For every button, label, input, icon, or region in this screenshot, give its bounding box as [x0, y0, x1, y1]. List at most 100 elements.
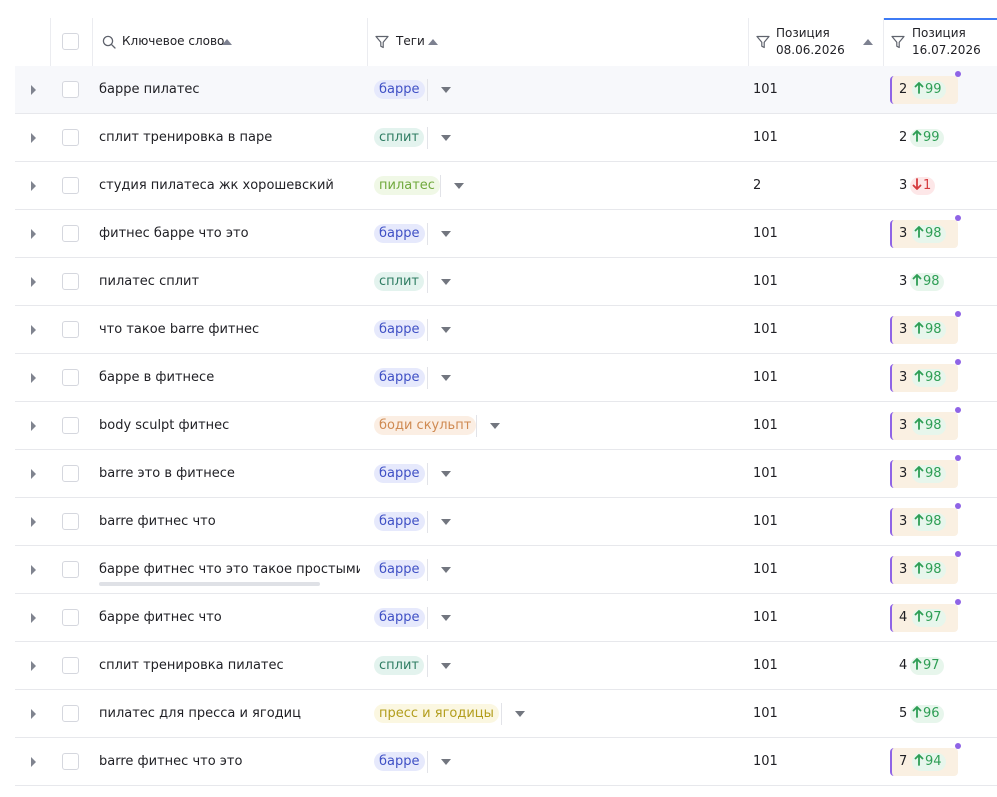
row-checkbox[interactable] — [62, 273, 79, 290]
keyword-text: сплит тренировка в паре — [99, 130, 273, 145]
tag-badge[interactable]: барре — [374, 608, 425, 627]
expand-row-icon[interactable] — [31, 181, 36, 191]
tag-badge[interactable]: боди скульпт — [374, 416, 477, 435]
sort-asc-icon[interactable] — [222, 39, 232, 45]
chevron-down-icon[interactable] — [441, 759, 451, 765]
chevron-down-icon[interactable] — [441, 231, 451, 237]
table-row[interactable]: body sculpt фитнес боди скульпт 101 3 98 — [15, 402, 997, 450]
column-title-position: Позиция — [776, 26, 830, 40]
expand-row-icon[interactable] — [31, 277, 36, 287]
tag-badge[interactable]: пресс и ягодицы — [374, 704, 499, 723]
tag-badge[interactable]: барре — [374, 368, 425, 387]
expand-row-icon[interactable] — [31, 613, 36, 623]
row-checkbox[interactable] — [62, 417, 79, 434]
expand-row-icon[interactable] — [31, 565, 36, 575]
expand-row-icon[interactable] — [31, 757, 36, 767]
marker-dot — [955, 551, 961, 557]
chevron-down-icon[interactable] — [441, 567, 451, 573]
tag-badge[interactable]: сплит — [374, 272, 424, 291]
tag-divider — [427, 655, 428, 677]
table-row[interactable]: студия пилатеса жк хорошевский пилатес 2 3 1 — [15, 162, 997, 210]
arrow-up-icon — [914, 514, 924, 526]
chevron-down-icon[interactable] — [515, 711, 525, 717]
table-row[interactable]: barre фитнес что барре 101 3 98 — [15, 498, 997, 546]
position-change-cell: 31 — [890, 172, 958, 200]
chevron-down-icon[interactable] — [441, 615, 451, 621]
table-row[interactable]: barre фитнес что это барре 101 7 94 — [15, 738, 997, 786]
chevron-down-icon[interactable] — [441, 375, 451, 381]
filter-icon[interactable] — [375, 35, 389, 49]
marker-dot — [955, 743, 961, 749]
column-header-position-2[interactable]: Позиция 16.07.2026 — [884, 18, 997, 66]
chevron-down-icon[interactable] — [441, 327, 451, 333]
cell-scrollbar[interactable] — [99, 582, 320, 586]
expand-row-icon[interactable] — [31, 229, 36, 239]
chevron-down-icon[interactable] — [441, 279, 451, 285]
column-header-keyword[interactable]: Ключевое слово — [93, 18, 367, 66]
expand-row-icon[interactable] — [31, 133, 36, 143]
row-checkbox[interactable] — [62, 561, 79, 578]
row-checkbox[interactable] — [62, 129, 79, 146]
expand-row-icon[interactable] — [31, 709, 36, 719]
table-row[interactable]: barre это в фитнесе барре 101 3 98 — [15, 450, 997, 498]
filter-icon[interactable] — [756, 35, 770, 49]
tag-badge[interactable]: барре — [374, 752, 425, 771]
tag-badge[interactable]: сплит — [374, 128, 424, 147]
table-row[interactable]: сплит тренировка в паре сплит 101 2 99 — [15, 114, 997, 162]
expand-row-icon[interactable] — [31, 325, 36, 335]
expand-row-icon[interactable] — [31, 421, 36, 431]
sort-asc-icon[interactable] — [428, 39, 438, 45]
keyword-text: барре фитнес что это такое простыми сл — [99, 562, 360, 577]
sort-asc-icon[interactable] — [863, 39, 873, 45]
row-checkbox[interactable] — [62, 465, 79, 482]
expand-row-icon[interactable] — [31, 661, 36, 671]
search-icon[interactable] — [102, 35, 116, 49]
row-checkbox[interactable] — [62, 513, 79, 530]
tag-badge[interactable]: барре — [374, 512, 425, 531]
chevron-down-icon[interactable] — [441, 519, 451, 525]
tag-badge[interactable]: барре — [374, 320, 425, 339]
delta-value: 98 — [925, 514, 942, 529]
table-row[interactable]: что такое barre фитнес барре 101 3 98 — [15, 306, 997, 354]
filter-icon[interactable] — [891, 35, 905, 49]
table-row[interactable]: барре пилатес барре 101 2 99 — [15, 66, 997, 114]
row-checkbox[interactable] — [62, 81, 79, 98]
expand-row-icon[interactable] — [31, 373, 36, 383]
expand-row-icon[interactable] — [31, 517, 36, 527]
row-checkbox[interactable] — [62, 609, 79, 626]
row-checkbox[interactable] — [62, 753, 79, 770]
column-header-position-1[interactable]: Позиция 08.06.2026 — [749, 18, 883, 66]
row-checkbox[interactable] — [62, 321, 79, 338]
position-value: 101 — [753, 562, 778, 577]
chevron-down-icon[interactable] — [490, 423, 500, 429]
row-checkbox[interactable] — [62, 369, 79, 386]
table-row[interactable]: барре в фитнесе барре 101 3 98 — [15, 354, 997, 402]
tag-badge[interactable]: сплит — [374, 656, 424, 675]
row-checkbox[interactable] — [62, 225, 79, 242]
expand-row-icon[interactable] — [31, 85, 36, 95]
table-row[interactable]: пилатес сплит сплит 101 3 98 — [15, 258, 997, 306]
position-delta-badge: 98 — [912, 513, 946, 531]
table-row[interactable]: пилатес для пресса и ягодиц пресс и ягоди… — [15, 690, 997, 738]
tag-badge[interactable]: барре — [374, 224, 425, 243]
chevron-down-icon[interactable] — [441, 135, 451, 141]
expand-row-icon[interactable] — [31, 469, 36, 479]
tag-badge[interactable]: барре — [374, 464, 425, 483]
select-all-checkbox[interactable] — [62, 33, 79, 50]
row-checkbox[interactable] — [62, 177, 79, 194]
chevron-down-icon[interactable] — [441, 663, 451, 669]
table-row[interactable]: барре фитнес что барре 101 4 97 — [15, 594, 997, 642]
chevron-down-icon[interactable] — [441, 87, 451, 93]
chevron-down-icon[interactable] — [441, 471, 451, 477]
table-row[interactable]: фитнес барре что это барре 101 3 98 — [15, 210, 997, 258]
row-checkbox[interactable] — [62, 705, 79, 722]
tag-badge[interactable]: пилатес — [374, 176, 440, 195]
position-value: 101 — [753, 514, 778, 529]
column-header-tags[interactable]: Теги — [368, 18, 748, 66]
chevron-down-icon[interactable] — [454, 183, 464, 189]
table-row[interactable]: сплит тренировка пилатес сплит 101 4 97 — [15, 642, 997, 690]
row-checkbox[interactable] — [62, 657, 79, 674]
tag-badge[interactable]: барре — [374, 80, 425, 99]
table-row[interactable]: барре фитнес что это такое простыми сл ба… — [15, 546, 997, 594]
tag-badge[interactable]: барре — [374, 560, 425, 579]
